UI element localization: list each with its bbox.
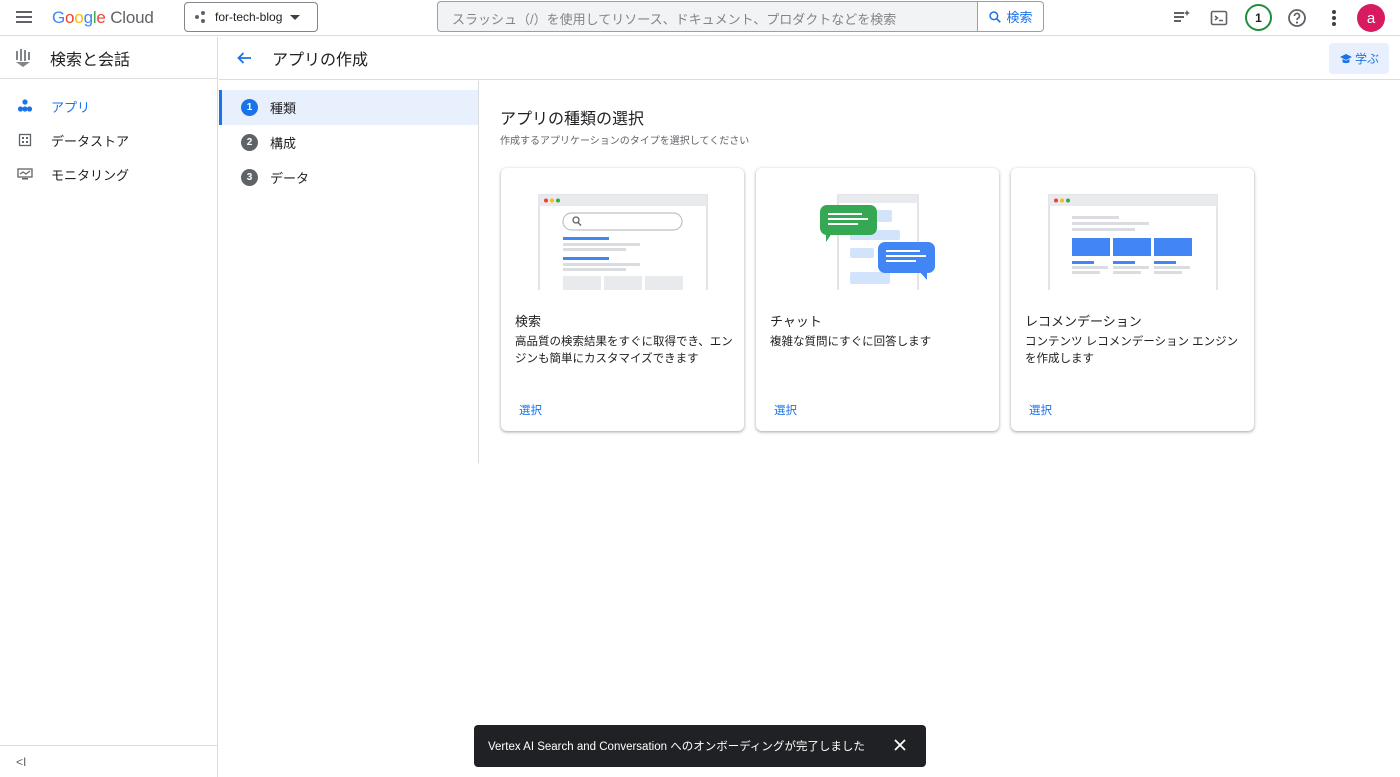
step-type[interactable]: 1 種類 (219, 90, 478, 125)
page-header: アプリの作成 学ぶ (219, 37, 1400, 80)
search-illustration (538, 194, 708, 290)
step-label: 種類 (270, 101, 297, 116)
avatar[interactable]: a (1357, 4, 1385, 32)
step-label: データ (270, 171, 310, 186)
search-conversation-product-icon (16, 48, 30, 67)
select-link[interactable]: 選択 (774, 402, 797, 418)
card-title: 検索 (515, 314, 542, 329)
monitoring-icon (17, 166, 33, 182)
sidebar-item-monitoring[interactable]: モニタリング (0, 157, 217, 191)
back-arrow-icon[interactable] (233, 47, 255, 69)
step-config[interactable]: 2 構成 (219, 125, 478, 160)
search-button-label: 検索 (1006, 10, 1033, 25)
cloud-shell-icon[interactable] (1207, 6, 1231, 30)
step-label: 構成 (270, 136, 297, 151)
project-picker[interactable]: for-tech-blog (184, 2, 318, 32)
snackbar: Vertex AI Search and Conversation へのオンボー… (474, 725, 926, 767)
chevron-down-icon (290, 14, 301, 20)
learn-button[interactable]: 学ぶ (1329, 43, 1389, 74)
logo-cloud-text: Cloud (110, 8, 154, 27)
logo-letter: o (65, 8, 75, 27)
step-number: 3 (241, 169, 258, 186)
stepper: 1 種類 2 構成 3 データ (219, 81, 479, 463)
search-button[interactable]: 検索 (977, 1, 1044, 32)
logo-letter: G (52, 8, 66, 27)
logo-letter: g (83, 8, 93, 27)
sidebar-item-apps[interactable]: アプリ (0, 89, 217, 123)
search-input[interactable]: スラッシュ（/）を使用してリソース、ドキュメント、プロダクトなどを検索 (437, 1, 977, 32)
snackbar-message: Vertex AI Search and Conversation へのオンボー… (488, 741, 865, 753)
page-title: アプリの作成 (272, 52, 369, 69)
product-header: 検索と会話 (0, 37, 217, 79)
data-store-icon (17, 132, 33, 148)
more-vert-icon[interactable] (1322, 6, 1346, 30)
card-title: チャット (770, 314, 822, 329)
learn-label: 学ぶ (1354, 52, 1379, 66)
project-icon (195, 11, 209, 23)
app-type-card-recommendation[interactable]: レコメンデーション コンテンツ レコメンデーション エンジンを作成します 選択 (1011, 168, 1254, 431)
search-placeholder: スラッシュ（/）を使用してリソース、ドキュメント、プロダクトなどを検索 (452, 12, 897, 27)
help-icon[interactable] (1285, 6, 1309, 30)
card-title: レコメンデーション (1025, 314, 1142, 329)
project-name: for-tech-blog (215, 10, 283, 24)
gemini-assist-icon[interactable] (1169, 6, 1193, 30)
select-link[interactable]: 選択 (519, 402, 542, 418)
google-cloud-logo[interactable]: Google Cloud (52, 8, 154, 28)
section-heading: アプリの種類の選択 (500, 111, 645, 128)
sidebar: 検索と会話 アプリ データストア モニタリング <I (0, 37, 218, 777)
section-subheading: 作成するアプリケーションのタイプを選択してください (500, 136, 750, 147)
recommendation-illustration (1048, 194, 1218, 290)
step-number: 1 (241, 99, 258, 116)
close-icon[interactable] (891, 736, 909, 754)
collapse-icon: <I (16, 754, 27, 769)
sidebar-item-label: モニタリング (51, 167, 130, 183)
sidebar-item-label: データストア (51, 133, 130, 149)
step-number: 2 (241, 134, 258, 151)
search-icon (989, 10, 1002, 23)
card-description: コンテンツ レコメンデーション エンジンを作成します (1025, 336, 1239, 365)
app-type-card-chat[interactable]: チャット 複雑な質問にすぐに回答します 選択 (756, 168, 999, 431)
main-menu-icon[interactable] (14, 8, 34, 28)
sidebar-item-label: アプリ (51, 99, 91, 115)
logo-letter: e (96, 8, 106, 27)
chat-illustration (820, 194, 935, 290)
card-description: 複雑な質問にすぐに回答します (770, 336, 932, 348)
top-bar: Google Cloud for-tech-blog スラッシュ（/）を使用して… (0, 0, 1400, 36)
apps-icon (17, 98, 33, 114)
product-title: 検索と会話 (50, 51, 131, 69)
sidebar-item-data-store[interactable]: データストア (0, 123, 217, 157)
logo-letter: o (74, 8, 84, 27)
notifications-badge[interactable]: 1 (1245, 4, 1272, 31)
app-type-card-search[interactable]: 検索 高品質の検索結果をすぐに取得でき、エンジンも簡単にカスタマイズできます 選… (501, 168, 744, 431)
step-data[interactable]: 3 データ (219, 160, 478, 195)
school-icon (1339, 53, 1352, 63)
collapse-sidebar-button[interactable]: <I (0, 745, 217, 777)
select-link[interactable]: 選択 (1029, 402, 1052, 418)
card-description: 高品質の検索結果をすぐに取得でき、エンジンも簡単にカスタマイズできます (515, 336, 733, 365)
